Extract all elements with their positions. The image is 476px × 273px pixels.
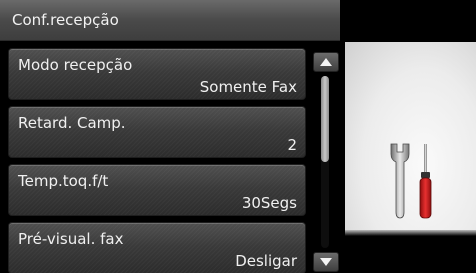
settings-screen: Conf.recepção Modo recepção Somente Fax …	[0, 0, 476, 273]
menu-item-label: Retard. Camp.	[18, 114, 126, 132]
menu-item-retard-camp[interactable]: Retard. Camp. 2	[8, 106, 306, 158]
chevron-down-icon	[320, 258, 332, 266]
chevron-up-icon	[320, 58, 332, 66]
scrollbar-thumb[interactable]	[321, 76, 329, 162]
menu-item-label: Temp.toq.f/t	[18, 172, 109, 190]
panel-edge	[345, 230, 476, 236]
menu-item-value: 30Segs	[241, 194, 297, 212]
menu-item-label: Pré-visual. fax	[18, 230, 124, 248]
menu-item-label: Modo recepção	[18, 56, 133, 74]
menu-item-value: Desligar	[235, 252, 297, 270]
menu-item-pre-visual-fax[interactable]: Pré-visual. fax Desligar	[8, 222, 306, 273]
settings-list: Modo recepção Somente Fax Retard. Camp. …	[8, 48, 306, 273]
scrollbar-track[interactable]	[321, 76, 329, 248]
menu-item-temp-toq[interactable]: Temp.toq.f/t 30Segs	[8, 164, 306, 216]
tools-icon	[390, 143, 432, 219]
menu-item-value: Somente Fax	[199, 78, 297, 96]
settings-illustration-panel	[345, 42, 476, 230]
scroll-down-button[interactable]	[313, 252, 339, 272]
header-bar: Conf.recepção	[0, 0, 340, 41]
page-title: Conf.recepção	[12, 11, 119, 29]
menu-item-modo-recepcao[interactable]: Modo recepção Somente Fax	[8, 48, 306, 100]
menu-item-value: 2	[287, 136, 297, 154]
scroll-up-button[interactable]	[313, 52, 339, 72]
